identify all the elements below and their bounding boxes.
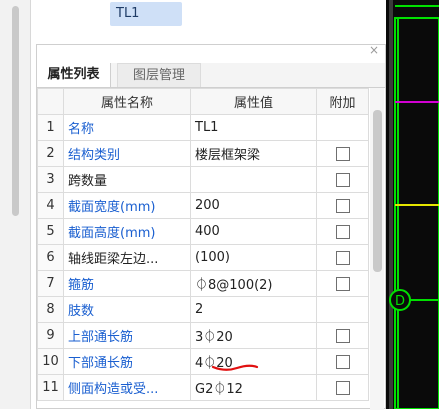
table-row[interactable]: 4 截面宽度(mm) 200 <box>37 192 369 219</box>
row-index: 11 <box>37 374 64 401</box>
table-row[interactable]: 6 轴线距梁左边... (100) <box>37 244 369 271</box>
panel-tabs: 属性列表 图层管理 <box>37 63 385 88</box>
green-beam-outline <box>394 17 439 409</box>
row-index: 4 <box>37 192 64 219</box>
close-icon[interactable]: × <box>369 43 379 57</box>
property-name: 箍筋 <box>63 270 191 297</box>
table-row[interactable]: 9 上部通长筋 3⏀20 <box>37 322 369 349</box>
row-index: 1 <box>37 114 64 141</box>
table-row[interactable]: 2 结构类别 楼层框架梁 <box>37 140 369 167</box>
table-row[interactable]: 3 跨数量 <box>37 166 369 193</box>
tree-item-selected[interactable]: TL1 <box>110 2 182 26</box>
table-header-row: 属性名称 属性值 附加 <box>37 88 369 115</box>
property-value[interactable]: TL1 <box>190 114 317 141</box>
property-name: 下部通长筋 <box>63 348 191 375</box>
red-underline-annotation <box>211 364 259 371</box>
table-row[interactable]: 10 下部通长筋 4⏀20 <box>37 348 369 375</box>
tab-property-list[interactable]: 属性列表 <box>37 63 111 87</box>
left-scrollbar-thumb[interactable] <box>12 6 19 216</box>
axis-marker-label: D <box>395 294 405 309</box>
property-name: 结构类别 <box>63 140 191 167</box>
row-index: 10 <box>37 348 64 375</box>
extra-checkbox[interactable] <box>335 198 350 213</box>
property-value[interactable]: ⏀8@100(2) <box>190 270 317 297</box>
column-header-value: 属性值 <box>190 88 317 115</box>
extra-cell <box>316 114 369 141</box>
property-name: 截面高度(mm) <box>63 218 191 245</box>
extra-checkbox[interactable] <box>335 250 350 265</box>
row-index: 5 <box>37 218 64 245</box>
property-value[interactable] <box>190 166 317 193</box>
property-table: 属性名称 属性值 附加 1 名称 TL1 2 结构类别 楼层框架梁 3 跨数量 <box>37 88 369 401</box>
extra-cell <box>316 296 369 323</box>
property-value[interactable]: 3⏀20 <box>190 322 317 349</box>
property-value[interactable]: (100) <box>190 244 317 271</box>
extra-checkbox[interactable] <box>335 172 350 187</box>
column-header-index <box>37 88 64 115</box>
property-name: 轴线距梁左边... <box>63 244 191 271</box>
row-index: 7 <box>37 270 64 297</box>
table-row[interactable]: 8 肢数 2 <box>37 296 369 323</box>
column-header-extra: 附加 <box>316 88 369 115</box>
component-tree: TL1 <box>36 0 386 40</box>
property-panel: × 属性列表 图层管理 属性名称 属性值 附加 1 名称 TL1 2 结构类别 … <box>36 43 386 410</box>
extra-checkbox[interactable] <box>335 146 350 161</box>
row-index: 6 <box>37 244 64 271</box>
row-index: 2 <box>37 140 64 167</box>
property-value[interactable]: 400 <box>190 218 317 245</box>
property-value[interactable]: 200 <box>190 192 317 219</box>
extra-checkbox[interactable] <box>335 224 350 239</box>
left-gutter <box>0 0 31 409</box>
extra-checkbox[interactable] <box>335 328 350 343</box>
extra-checkbox[interactable] <box>335 276 350 291</box>
extra-checkbox[interactable] <box>335 354 350 369</box>
canvas-divider <box>389 0 393 409</box>
drawing-canvas[interactable]: D <box>386 0 439 409</box>
property-name: 侧面构造或受... <box>63 374 191 401</box>
property-name: 截面宽度(mm) <box>63 192 191 219</box>
property-name: 上部通长筋 <box>63 322 191 349</box>
property-value[interactable]: 2 <box>190 296 317 323</box>
extra-checkbox[interactable] <box>335 380 350 395</box>
panel-scrollbar-thumb[interactable] <box>373 110 382 272</box>
property-name: 跨数量 <box>63 166 191 193</box>
table-row[interactable]: 11 侧面构造或受... G2⏀12 <box>37 374 369 401</box>
table-row[interactable]: 1 名称 TL1 <box>37 114 369 141</box>
row-index: 3 <box>37 166 64 193</box>
property-value[interactable]: G2⏀12 <box>190 374 317 401</box>
property-name: 名称 <box>63 114 191 141</box>
row-index: 8 <box>37 296 64 323</box>
property-name: 肢数 <box>63 296 191 323</box>
row-index: 9 <box>37 322 64 349</box>
tab-layer-management[interactable]: 图层管理 <box>117 63 201 87</box>
column-header-name: 属性名称 <box>63 88 191 115</box>
property-value[interactable]: 楼层框架梁 <box>190 140 317 167</box>
table-row[interactable]: 7 箍筋 ⏀8@100(2) <box>37 270 369 297</box>
canvas-drawing: D <box>389 0 439 409</box>
table-row[interactable]: 5 截面高度(mm) 400 <box>37 218 369 245</box>
